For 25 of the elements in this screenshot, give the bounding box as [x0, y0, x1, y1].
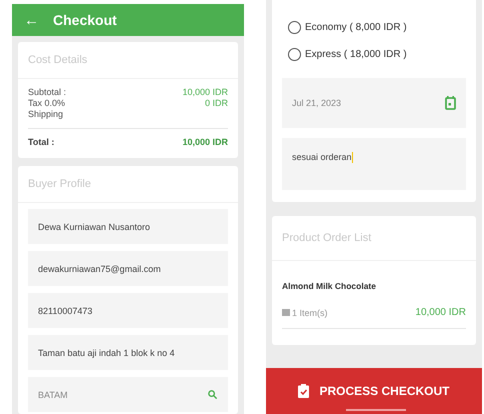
radio-button[interactable] [288, 48, 301, 61]
cost-label: Shipping [28, 109, 64, 120]
screen-title: Checkout [53, 12, 117, 28]
total-value: 10,000 IDR [182, 137, 228, 148]
search-icon [207, 389, 218, 400]
clipboard-check-icon [298, 384, 310, 398]
box-icon [282, 309, 290, 316]
quantity-label: 1 Item(s) [282, 308, 328, 318]
product-price: 10,000 IDR [415, 307, 466, 318]
total-label: Total : [28, 137, 54, 148]
cost-label: Subtotal : [28, 87, 66, 98]
input-field[interactable]: Taman batu aji indah 1 blok k no 4 [28, 335, 228, 370]
cost-value: 0 IDR [204, 98, 228, 109]
radio-label: Express ( 18,000 IDR ) [305, 49, 407, 60]
input-field[interactable]: dewakurniawan75@gmail.com [28, 251, 228, 286]
product-name: Almond Milk Chocolate [282, 281, 377, 291]
cost-label: Tax 0.0% [28, 98, 66, 109]
cost-value: 10,000 IDR [182, 87, 228, 98]
calendar-icon [445, 96, 456, 110]
note-field[interactable]: sesuai orderan [282, 138, 466, 190]
process-checkout-button[interactable]: PROCESS CHECKOUT [266, 368, 482, 414]
radio-button[interactable] [288, 21, 301, 34]
radio-label: Economy ( 8,000 IDR ) [305, 22, 407, 33]
input-field[interactable]: Dewa Kurniawan Nusantoro [28, 209, 228, 244]
input-field[interactable]: 82110007473 [28, 293, 228, 328]
